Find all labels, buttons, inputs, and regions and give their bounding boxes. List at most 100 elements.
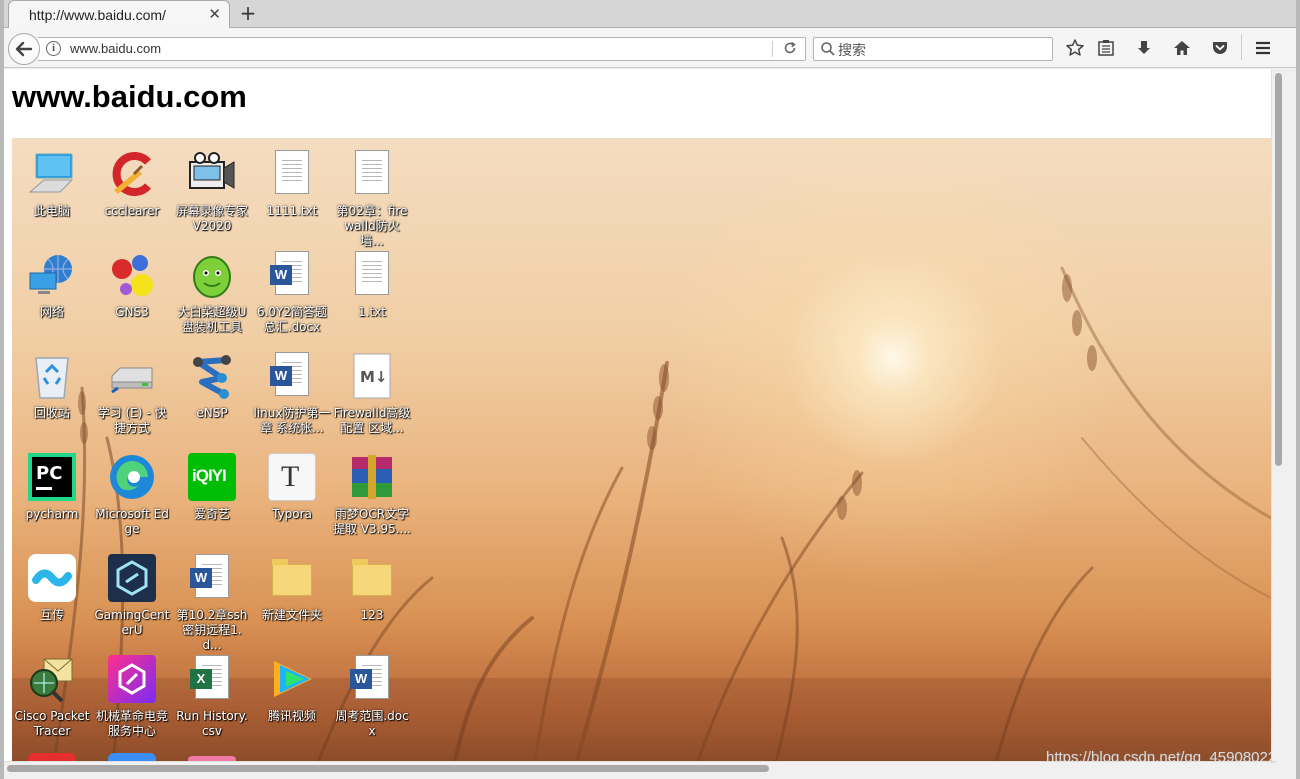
nav-toolbar: i www.baidu.com 搜索 — [0, 28, 1300, 68]
desktop-icon-label: 雨梦OCR文字提取 V3.95.... — [333, 507, 412, 536]
svg-text:PC: PC — [36, 463, 62, 484]
desktop-icon-label: 大白菜超级U盘装机工具 — [177, 305, 247, 334]
desktop-icon-label: 新建文件夹 — [261, 608, 322, 622]
desktop-icon-firewalld-txt[interactable]: 第02章：firewalld防火墙... — [332, 138, 412, 248]
site-info-icon[interactable]: i — [46, 41, 61, 56]
desktop-icon-packet-tracer[interactable]: Cisco Packet Tracer — [12, 643, 92, 743]
tab-title: http://www.baidu.com/ — [29, 7, 166, 23]
mechrevo-icon — [108, 655, 156, 703]
url-bar[interactable]: i www.baidu.com — [38, 37, 806, 61]
desktop-icon-label: 周考范围.docx — [335, 709, 409, 738]
desktop-icon-firewalld-md[interactable]: M↓ Firewalld高级配置 区域... — [332, 340, 412, 440]
recycle-bin-icon — [35, 357, 69, 399]
vertical-scrollbar[interactable] — [1271, 69, 1285, 761]
search-placeholder: 搜索 — [838, 43, 866, 59]
desktop-icon-label: Cisco Packet Tracer — [14, 709, 90, 738]
new-tab-button[interactable]: + — [238, 1, 258, 25]
desktop-icon-iqiyi[interactable]: iQIYI 爱奇艺 — [172, 441, 252, 541]
desktop-icon-label: 机械革命电竞服务中心 — [95, 709, 168, 738]
desktop-icon-pycharm[interactable]: PC pycharm — [12, 441, 92, 541]
winrar-icon — [352, 455, 392, 499]
edge-icon — [110, 455, 154, 499]
ccleaner-icon — [112, 152, 151, 196]
desktop-icon-gamingcenter[interactable]: GamingCenterU — [92, 542, 172, 642]
network-icon — [29, 255, 72, 294]
bookmark-star-icon[interactable] — [1065, 38, 1085, 58]
desktop-icon-label: GamingCenterU — [94, 608, 170, 637]
desktop-icon-label: ccclearer — [104, 204, 160, 218]
url-text[interactable]: www.baidu.com — [70, 41, 161, 56]
menu-hamburger-icon[interactable] — [1253, 38, 1273, 58]
desktop-icon-label: Run History.csv — [176, 709, 248, 738]
desktop-icon-this-pc[interactable]: 此电脑 — [12, 138, 92, 238]
desktop-icon-label: 学习 (E) - 快捷方式 — [97, 406, 167, 435]
desktop-icon-dabaicai[interactable]: 大白菜超级U盘装机工具 — [172, 239, 252, 339]
desktop-icon-label: 此电脑 — [33, 204, 70, 218]
pocket-icon[interactable] — [1210, 38, 1230, 58]
search-bar[interactable]: 搜索 — [813, 37, 1053, 61]
desktop-icon-label: Firewalld高级配置 区域... — [333, 406, 411, 435]
desktop-icon-label: 互传 — [39, 608, 64, 622]
desktop-icon-label: 1111.txt — [266, 204, 318, 218]
back-arrow-icon — [15, 41, 33, 57]
desktop-icon-typora[interactable]: T Typora — [252, 441, 332, 541]
excel-badge: X — [190, 669, 212, 689]
desktop-icon-edge[interactable]: Microsoft Edge — [92, 441, 172, 541]
tencent-video-icon — [274, 661, 312, 697]
desktop-icon-jiandati-docx[interactable]: W 6.0Y2简答题总汇.docx — [252, 239, 332, 339]
desktop-icon-linux-docx[interactable]: W linux防护第一章 系统帐... — [252, 340, 332, 440]
desktop-icon-tencent-video[interactable]: 腾讯视频 — [252, 643, 332, 743]
desktop-icon-label: 1.txt — [358, 305, 386, 319]
word-badge: W — [350, 669, 372, 689]
desktop-icon-ensp[interactable]: eNSP — [172, 340, 252, 440]
bookmarks-list-icon[interactable] — [1096, 38, 1116, 58]
desktop-icon-label: 腾讯视频 — [267, 709, 316, 723]
desktop-icon-1-txt[interactable]: 1.txt — [332, 239, 412, 339]
text-file-icon — [275, 150, 309, 194]
folder-icon — [272, 559, 312, 596]
desktop-icon-ocr[interactable]: 雨梦OCR文字提取 V3.95.... — [332, 441, 412, 541]
page-viewport: www.baidu.com 此电脑 ccclearer 屏幕录像专家V2020 … — [4, 69, 1271, 761]
tab-baidu[interactable]: http://www.baidu.com/ ✕ — [8, 0, 230, 29]
word-badge: W — [190, 568, 212, 588]
cabbage-icon — [193, 256, 231, 298]
vertical-scroll-thumb[interactable] — [1275, 73, 1282, 466]
close-tab-icon[interactable]: ✕ — [208, 5, 221, 23]
desktop-icon-network[interactable]: 网络 — [12, 239, 92, 339]
home-icon[interactable] — [1172, 38, 1192, 58]
back-button[interactable] — [8, 33, 40, 65]
desktop-screenshot-image: 此电脑 ccclearer 屏幕录像专家V2020 1111.txt 第02章：… — [12, 138, 1271, 761]
desktop-icon-zhoukao-docx[interactable]: W 周考范围.docx — [332, 643, 412, 743]
horizontal-scrollbar[interactable] — [4, 761, 1271, 775]
gns3-icon — [112, 255, 153, 296]
partial-app-icon[interactable] — [28, 753, 76, 761]
folder-icon — [352, 559, 392, 596]
desktop-icon-run-history-csv[interactable]: X Run History.csv — [172, 643, 252, 743]
text-file-icon — [355, 251, 389, 295]
horizontal-scroll-thumb[interactable] — [7, 765, 769, 772]
desktop-icon-study-drive[interactable]: 学习 (E) - 快捷方式 — [92, 340, 172, 440]
desktop-icon-label: Typora — [272, 507, 312, 521]
desktop-icon-label: linux防护第一章 系统帐... — [253, 406, 331, 435]
desktop-icon-1111-txt[interactable]: 1111.txt — [252, 138, 332, 238]
desktop-icon-label: GNS3 — [115, 305, 149, 319]
partial-app-icon[interactable] — [108, 753, 156, 761]
desktop-icon-label: 回收站 — [33, 406, 70, 420]
desktop-icon-123-folder[interactable]: 123 — [332, 542, 412, 642]
search-icon — [821, 42, 835, 56]
tab-strip: http://www.baidu.com/ ✕ + — [0, 0, 1300, 29]
reload-icon[interactable] — [782, 40, 798, 56]
desktop-icon-hutuan[interactable]: 互传 — [12, 542, 92, 642]
typora-icon: T — [268, 453, 316, 501]
desktop-icon-label: 网络 — [39, 305, 64, 319]
desktop-icon-new-folder[interactable]: 新建文件夹 — [252, 542, 332, 642]
desktop-icon-ccleaner[interactable]: ccclearer — [92, 138, 172, 238]
desktop-icon-screen-recorder[interactable]: 屏幕录像专家V2020 — [172, 138, 252, 238]
download-icon[interactable] — [1134, 38, 1154, 58]
desktop-icon-gns3[interactable]: GNS3 — [92, 239, 172, 339]
desktop-icon-recycle-bin[interactable]: 回收站 — [12, 340, 92, 440]
desktop-icon-label: eNSP — [196, 406, 228, 420]
desktop-icon-ssh-docx[interactable]: W 第10.2章ssh密钥远程1.d... — [172, 542, 252, 652]
desktop-icon-mechrevo[interactable]: 机械革命电竞服务中心 — [92, 643, 172, 743]
gaming-center-icon — [108, 554, 156, 602]
